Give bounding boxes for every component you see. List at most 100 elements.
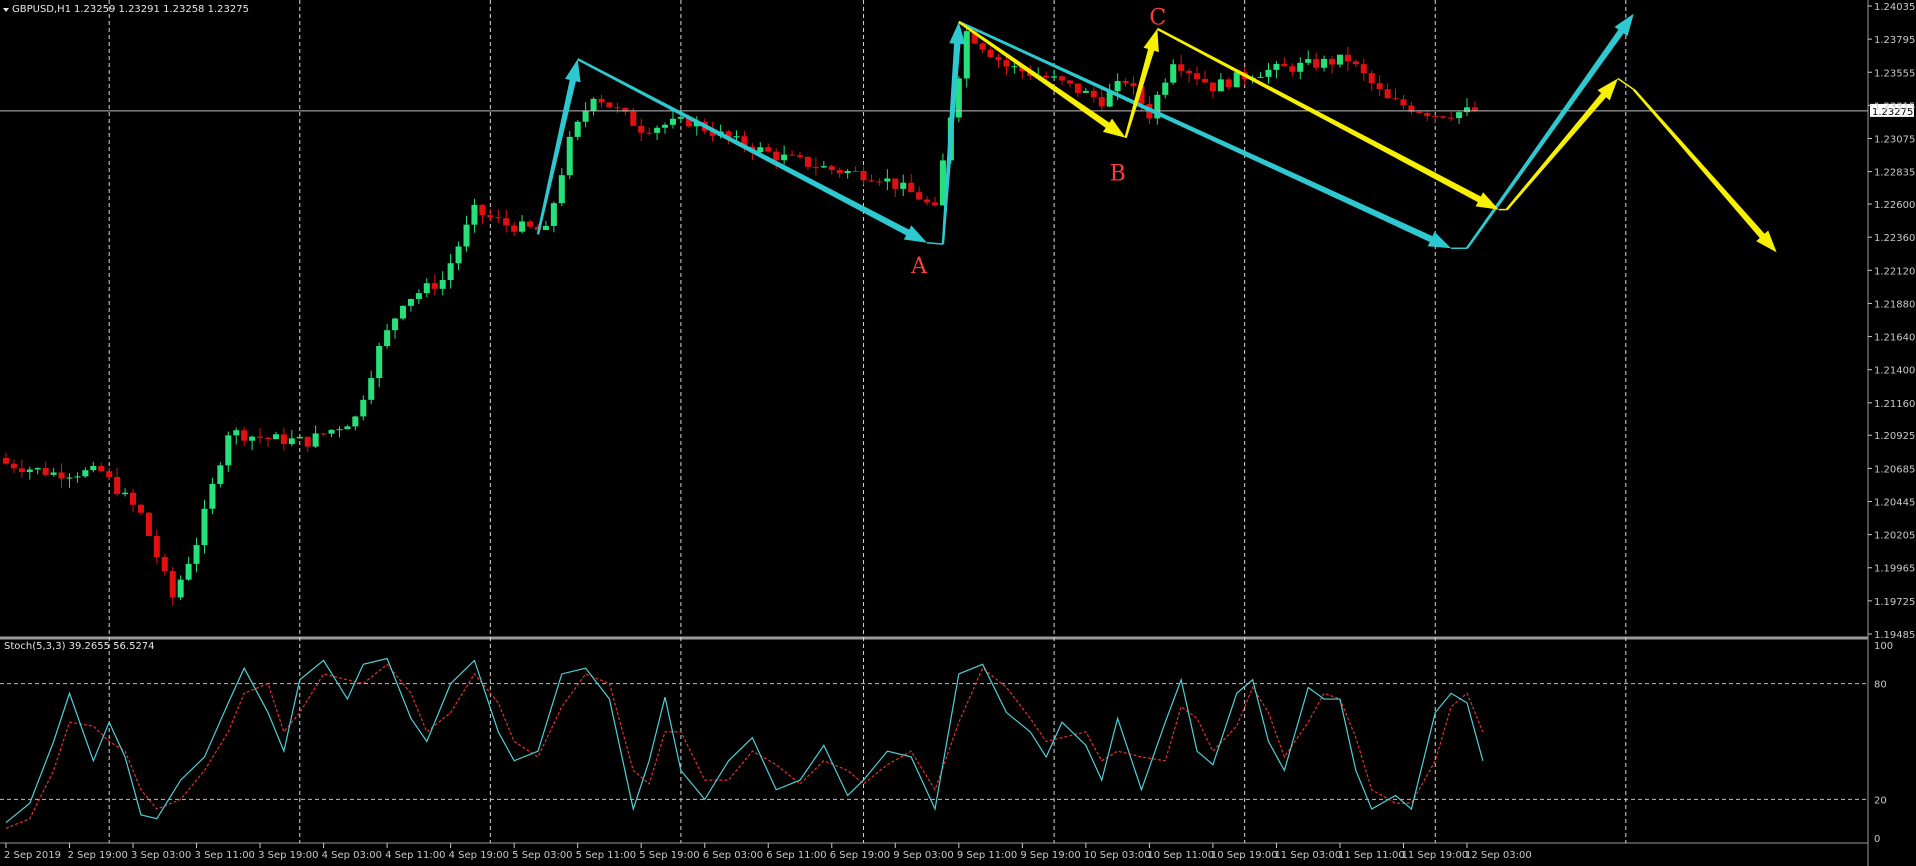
time-tick-label: 6 Sep 11:00 [766,850,826,861]
candle-body [1376,83,1383,90]
candle-body [1313,59,1320,68]
candle-body [812,166,819,168]
time-tick-label: 4 Sep 03:00 [322,850,382,861]
candle-body [26,469,33,472]
price-tick-label: 1.21640 [1874,333,1915,344]
time-tick-label: 10 Sep 19:00 [1211,850,1278,861]
candle-body [495,217,502,219]
candle-body [376,346,383,379]
candle-body [296,436,303,439]
candle-body [288,438,295,445]
candle-body [677,116,684,119]
wave-label: A [910,254,928,279]
candle-body [304,436,311,447]
candle-body [820,166,827,168]
price-tick-label: 1.19485 [1874,630,1915,641]
candle-body [280,434,287,445]
candle-body [368,378,375,400]
time-tick-label: 6 Sep 19:00 [830,850,890,861]
candle-body [1400,99,1407,106]
candle-body [511,225,518,232]
candle-body [209,483,216,509]
time-tick-label: 11 Sep 19:00 [1401,850,1468,861]
time-tick-label: 10 Sep 03:00 [1084,850,1151,861]
candle-body [765,147,772,152]
candle-body [153,535,160,558]
candle-body [1074,83,1081,93]
time-tick-label: 4 Sep 19:00 [449,850,509,861]
candle-body [590,98,597,111]
candle-body [1384,89,1391,99]
candle-body [185,563,192,580]
stoch-tick-label: 20 [1874,795,1887,806]
time-tick-label: 11 Sep 03:00 [1274,850,1341,861]
candle-body [558,175,565,204]
candle-body [122,492,129,495]
candle-body [58,472,65,479]
price-tick-label: 1.23795 [1874,35,1915,46]
candle-body [804,156,811,167]
candle-body [42,468,49,475]
candle-body [1257,76,1264,78]
candle-body [320,433,327,435]
candle-body [1201,78,1208,83]
candle-body [463,224,470,247]
candle-body [1233,72,1240,88]
candle-body [1162,82,1169,95]
candle-body [1360,64,1367,74]
time-tick-label: 2 Sep 19:00 [67,850,127,861]
candle-body [455,246,462,264]
price-tick-label: 1.22835 [1874,168,1915,179]
candle-body [479,204,486,216]
price-tick-label: 1.22120 [1874,266,1915,277]
candle-body [106,471,113,477]
candle-body [98,466,105,472]
candle-body [1321,58,1328,68]
candle-body [1424,112,1431,117]
candle-body [360,399,367,417]
candle-body [630,111,637,126]
candle-body [733,136,740,138]
candle-body [312,433,319,447]
price-tick-label: 1.22360 [1874,233,1915,244]
candle-body [1051,76,1058,78]
candle-body [217,465,224,484]
candle-body [90,466,97,471]
candle-body [1416,111,1423,113]
candle-body [781,154,788,161]
candle-body [137,504,144,513]
price-tick-label: 1.20925 [1874,431,1915,442]
candle-body [399,305,407,319]
price-tick-label: 1.19965 [1874,564,1915,575]
candle-body [566,136,573,176]
candle-body [1297,62,1304,72]
candle-body [979,43,986,50]
candle-body [527,221,534,227]
time-tick-label: 12 Sep 03:00 [1465,850,1532,861]
candle-body [828,166,835,171]
candle-body [1352,61,1359,65]
stoch-tick-label: 100 [1874,641,1893,652]
candle-body [669,118,676,125]
candle-body [114,476,121,495]
candle-body [1114,80,1121,92]
candle-body [1122,80,1129,84]
candle-body [225,435,232,466]
candle-body [519,221,526,232]
candle-body [987,49,994,58]
candle-body [662,124,669,128]
time-tick-label: 6 Sep 03:00 [703,850,763,861]
candle-body [201,508,208,546]
candle-body [1130,83,1137,87]
candle-body [384,330,391,347]
candle-body [1305,59,1312,63]
candle-body [796,155,804,157]
candle-body [129,492,137,505]
price-tick-label: 1.20205 [1874,531,1915,542]
candle-body [924,199,931,203]
candle-body [892,178,899,189]
candle-body [574,121,581,137]
candle-body [336,429,343,431]
candle-body [431,283,438,289]
candle-body [1471,107,1478,111]
